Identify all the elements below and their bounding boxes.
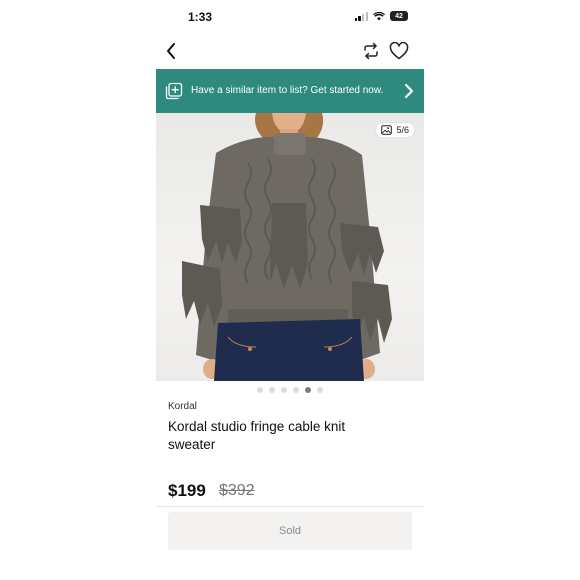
- signal-icon: [354, 11, 368, 21]
- repost-icon: [364, 42, 378, 60]
- pagination-dot[interactable]: [269, 387, 275, 393]
- gallery-pagination: [156, 387, 424, 393]
- like-button[interactable]: [388, 40, 410, 62]
- sold-button[interactable]: Sold: [168, 512, 412, 550]
- product-photo[interactable]: 5/6: [156, 113, 424, 381]
- wifi-icon: [373, 11, 385, 20]
- back-button[interactable]: [160, 40, 182, 62]
- product-title: Kordal studio fringe cable knit sweater: [168, 419, 346, 452]
- pagination-dot[interactable]: [293, 387, 299, 393]
- list-similar-banner[interactable]: Have a similar item to list? Get started…: [156, 69, 424, 113]
- price: $199: [168, 481, 206, 500]
- pagination-dot[interactable]: [281, 387, 287, 393]
- brand-link[interactable]: Kordal: [168, 401, 197, 412]
- pagination-dot[interactable]: [257, 387, 263, 393]
- photo-counter-text: 5/6: [396, 125, 409, 135]
- image-icon: [381, 125, 393, 135]
- original-price: $392: [219, 482, 255, 499]
- app-screen: 1:33 42 Have a similar item to list? Get…: [156, 0, 424, 580]
- status-icons: 42: [354, 11, 408, 21]
- chevron-left-icon: [167, 43, 175, 59]
- photo-counter-badge: 5/6: [376, 123, 414, 137]
- chevron-right-icon: [404, 83, 414, 99]
- photo-add-icon: [165, 82, 183, 100]
- repost-button[interactable]: [360, 40, 382, 62]
- pagination-dot[interactable]: [317, 387, 323, 393]
- sweater-image: [182, 113, 392, 381]
- status-time: 1:33: [188, 10, 213, 24]
- pagination-dot-active[interactable]: [305, 387, 311, 393]
- banner-text: Have a similar item to list? Get started…: [191, 85, 384, 96]
- battery-icon: 42: [390, 11, 408, 21]
- divider: [156, 506, 424, 507]
- heart-icon: [389, 42, 409, 60]
